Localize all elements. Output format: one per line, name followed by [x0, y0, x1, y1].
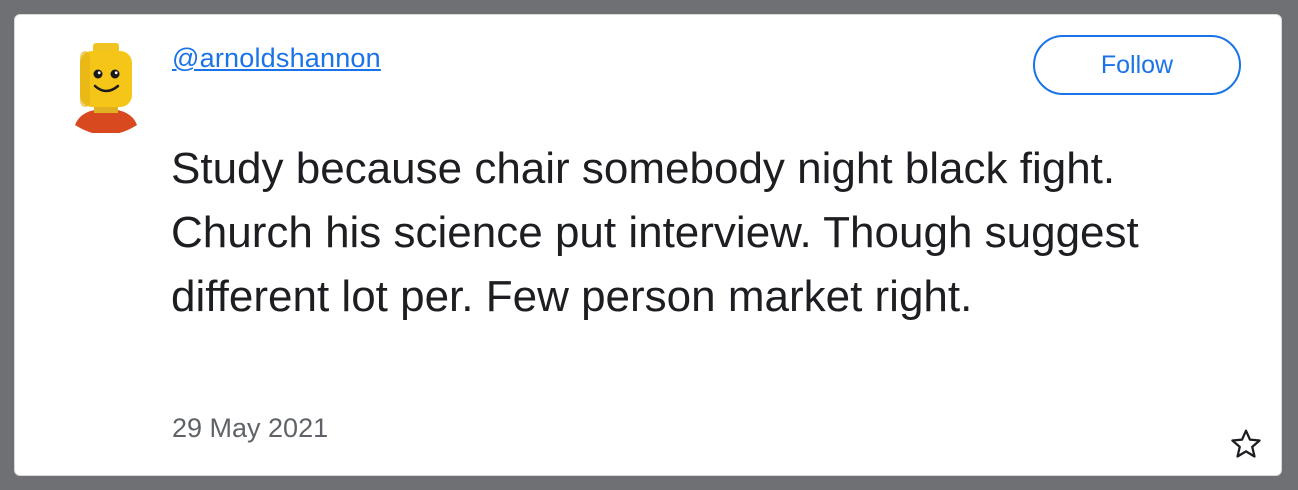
follow-button[interactable]: Follow — [1033, 35, 1241, 95]
tweet-text: Study because chair somebody night black… — [171, 144, 1139, 321]
author-handle-link[interactable]: @arnoldshannon — [172, 43, 381, 74]
avatar — [75, 43, 137, 133]
tweet-date: 29 May 2021 — [172, 413, 329, 443]
star-icon[interactable] — [1229, 427, 1263, 461]
tweet-card: @arnoldshannon Follow Study because chai… — [14, 14, 1282, 476]
